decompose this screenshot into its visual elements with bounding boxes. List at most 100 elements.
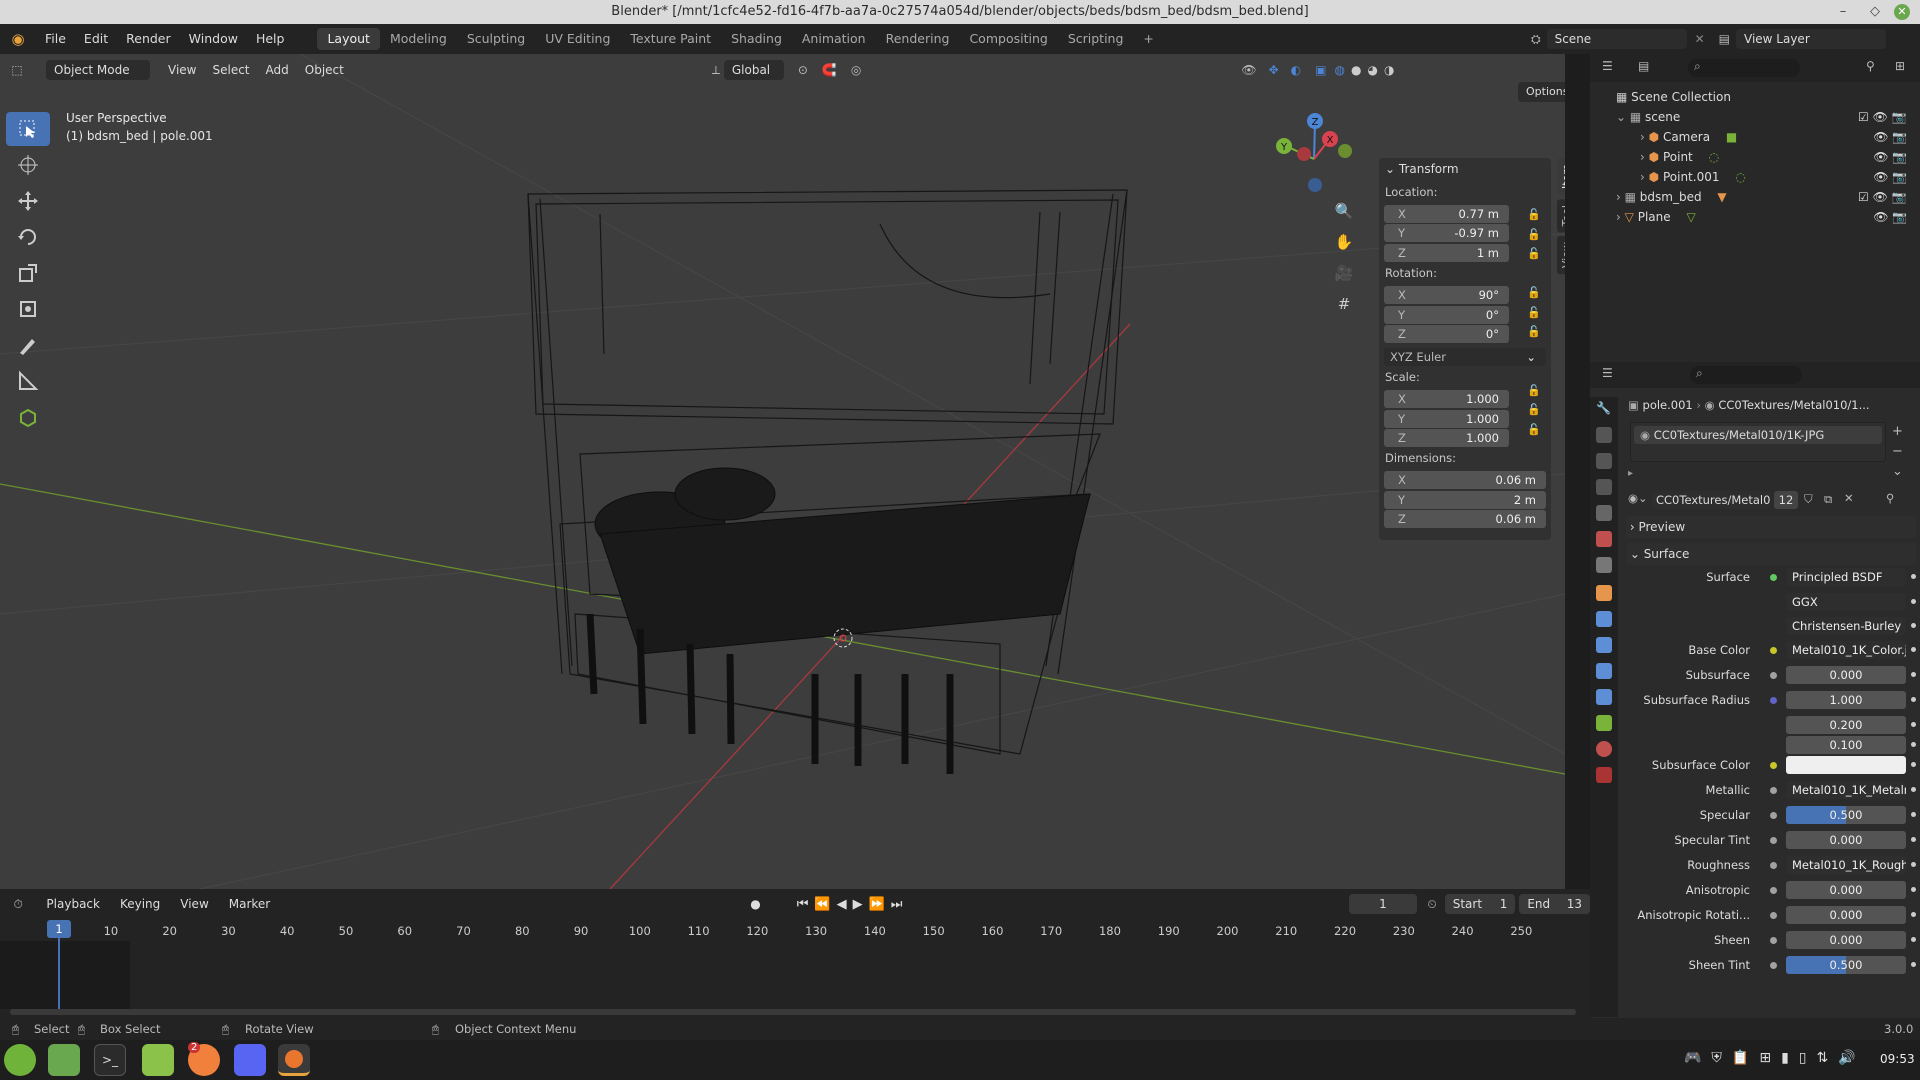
options-button[interactable]: Options — [1518, 82, 1565, 102]
socket-icon[interactable] — [1770, 762, 1777, 769]
add-slot-icon[interactable]: + — [1892, 422, 1903, 442]
tab-texture-paint[interactable]: Texture Paint — [620, 28, 721, 50]
tab-compositing[interactable]: Compositing — [959, 28, 1057, 50]
render-tab-icon[interactable] — [1596, 427, 1612, 443]
keyframe-dot-icon[interactable] — [1911, 623, 1916, 628]
gizmo-toggle-icon[interactable]: ✥ — [1269, 63, 1279, 77]
view-layer-icon[interactable]: ▤ — [1713, 32, 1736, 46]
location-x-field[interactable]: X 0.77 m — [1384, 205, 1509, 223]
camera-view-icon[interactable]: 🎥 — [1332, 258, 1356, 289]
tab-animation[interactable]: Animation — [792, 28, 876, 50]
files-icon[interactable] — [48, 1044, 80, 1076]
menu-object[interactable]: Object — [297, 63, 352, 77]
scale-y-field[interactable]: Y 1.000 — [1384, 410, 1509, 428]
tab-shading[interactable]: Shading — [721, 28, 792, 50]
keyframe-dot-icon[interactable] — [1911, 599, 1916, 604]
value-slider[interactable]: 1.000 — [1786, 691, 1906, 709]
playback-controls[interactable]: ⏮⏪◀▶⏩⏭ — [797, 897, 909, 912]
scene-close-icon[interactable]: ✕ — [1687, 32, 1713, 46]
outliner-editor-icon[interactable]: ☰ — [1602, 59, 1613, 73]
select-box-tool[interactable] — [6, 112, 50, 146]
menu-view[interactable]: View — [160, 63, 204, 77]
preview-range-icon[interactable]: ⏲ — [1427, 897, 1436, 912]
constraints-tab-icon[interactable] — [1596, 689, 1612, 705]
scale-z-field[interactable]: Z 1.000 — [1384, 429, 1509, 447]
dropdown-select[interactable]: Christensen-Burley — [1786, 617, 1906, 635]
visibility-toggles[interactable]: ☑ 👁 📷 👁 📷 👁 📷 👁 📷 ☑ 👁 📷 👁 📷 — [1858, 87, 1907, 227]
physics-tab-icon[interactable] — [1596, 663, 1612, 679]
measure-tool[interactable] — [6, 364, 50, 398]
scene-icon[interactable]: ⛭ — [1525, 32, 1547, 47]
view-layer-tab-icon[interactable] — [1596, 479, 1612, 495]
keyframe-dot-icon[interactable] — [1911, 574, 1916, 579]
socket-icon[interactable] — [1770, 812, 1777, 819]
record-icon[interactable]: ● — [750, 897, 760, 911]
socket-icon[interactable] — [1770, 574, 1777, 581]
socket-icon[interactable] — [1770, 962, 1777, 969]
tool-tab-icon[interactable]: 🔧 — [1596, 401, 1612, 417]
duplicate-material-icon[interactable]: ⧉ — [1824, 492, 1832, 507]
playhead[interactable] — [58, 929, 60, 1009]
keyframe-dot-icon[interactable] — [1911, 837, 1916, 842]
data-tab-icon[interactable] — [1596, 715, 1612, 731]
value-slider[interactable]: 0.000 — [1786, 881, 1906, 899]
node-filter-icon[interactable]: ⚲ — [1886, 491, 1894, 505]
menu-playback[interactable]: Playback — [36, 897, 110, 911]
terminal-icon[interactable]: >_ — [94, 1044, 126, 1076]
restore-icon[interactable]: ◇ — [1864, 0, 1886, 24]
tab-modeling[interactable]: Modeling — [380, 28, 457, 50]
menu-marker[interactable]: Marker — [219, 897, 280, 911]
scale-tool[interactable] — [6, 256, 50, 290]
keyframe-dot-icon[interactable] — [1911, 862, 1916, 867]
zoom-icon[interactable]: 🔍 — [1332, 196, 1356, 227]
transform-tool[interactable] — [6, 292, 50, 326]
keyframe-dot-icon[interactable] — [1911, 962, 1916, 967]
wireframe-shading-icon[interactable]: ◍ — [1334, 63, 1344, 77]
value-slider[interactable]: 0.000 — [1786, 906, 1906, 924]
end-frame-field[interactable]: End 13 — [1519, 894, 1590, 914]
expand-slot-icon[interactable]: ▸ — [1628, 468, 1633, 479]
transform-header[interactable]: ⌄ Transform — [1385, 162, 1459, 176]
playhead-frame-label[interactable]: 1 — [47, 920, 71, 938]
orientation-icon[interactable]: ⟂ — [712, 63, 720, 78]
menu-add[interactable]: Add — [258, 63, 297, 77]
material-browse-icon[interactable]: ◉⌄ — [1628, 491, 1648, 505]
start-frame-field[interactable]: Start 1 — [1444, 894, 1516, 914]
mode-selector[interactable]: Object Mode — [46, 60, 150, 80]
timeline-scrollbar[interactable] — [10, 1009, 1576, 1015]
ortho-grid-icon[interactable]: # — [1332, 289, 1356, 320]
add-cube-tool[interactable] — [6, 400, 50, 434]
value-slider[interactable]: 0.100 — [1786, 736, 1906, 754]
socket-icon[interactable] — [1770, 672, 1777, 679]
preview-panel-header[interactable]: › Preview — [1626, 516, 1916, 538]
folder-icon[interactable] — [142, 1044, 174, 1076]
add-workspace-icon[interactable]: + — [1133, 28, 1163, 50]
value-slider[interactable]: 0.000 — [1786, 831, 1906, 849]
tab-sculpting[interactable]: Sculpting — [457, 28, 535, 50]
socket-icon[interactable] — [1770, 887, 1777, 894]
material-tab-icon[interactable] — [1596, 741, 1612, 757]
socket-icon[interactable] — [1770, 647, 1777, 654]
annotate-tool[interactable] — [6, 328, 50, 362]
slot-specials-icon[interactable]: ⌄ — [1892, 462, 1903, 482]
collection-tab-icon[interactable] — [1596, 557, 1612, 573]
value-slider[interactable]: 0.000 — [1786, 931, 1906, 949]
discord-icon[interactable] — [234, 1044, 266, 1076]
world-tab-icon[interactable] — [1596, 531, 1612, 547]
surface-panel-header[interactable]: ⌄ Surface — [1626, 543, 1916, 565]
close-icon[interactable]: ✕ — [1894, 4, 1910, 20]
new-collection-icon[interactable]: ⊞ — [1895, 59, 1905, 73]
value-slider[interactable]: 0.500 — [1786, 956, 1906, 974]
xray-icon[interactable]: ▣ — [1315, 63, 1326, 77]
current-frame-field[interactable]: 1 — [1348, 894, 1418, 914]
display-mode-icon[interactable]: ▤ — [1638, 59, 1649, 73]
timeline-editor-icon[interactable]: ⏱ — [0, 897, 36, 912]
socket-icon[interactable] — [1770, 862, 1777, 869]
scale-x-field[interactable]: X 1.000 — [1384, 390, 1509, 408]
menu-keying[interactable]: Keying — [110, 897, 170, 911]
value-slider[interactable]: 0.500 — [1786, 806, 1906, 824]
menu-render[interactable]: Render — [117, 24, 180, 54]
rotation-z-field[interactable]: Z 0° — [1384, 325, 1509, 343]
navigation-gizmo[interactable]: Z X Y — [1270, 109, 1360, 199]
tab-scripting[interactable]: Scripting — [1058, 28, 1134, 50]
